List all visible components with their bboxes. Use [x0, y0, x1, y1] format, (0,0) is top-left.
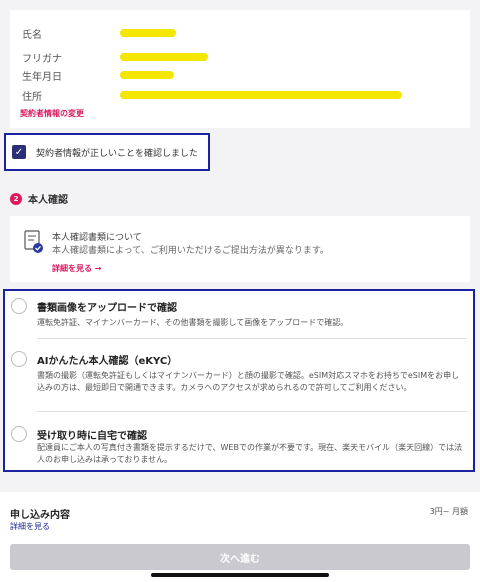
identity-section-heading: 2 本人確認 [10, 191, 68, 206]
verification-options: 書類画像をアップロードで確認 運転免許証、マイナンバーカード、その他書類を撮影し… [3, 289, 475, 472]
order-summary-bar: 申し込み内容 詳細を見る 3円~ 月額 次へ進む [0, 492, 480, 582]
monthly-price: 3円~ 月額 [429, 507, 468, 516]
option-title: 受け取り時に自宅で確認 [37, 431, 147, 442]
info-row-name: 氏名 [22, 26, 176, 41]
option-description: 書類の撮影（運転免許証もしくはマイナンバーカード）と顔の撮影で確認。eSIM対応… [37, 371, 460, 392]
option-description: 配達員にご本人の写真付き書類を提示するだけで、WEBでの作業が不要です。現在、楽… [37, 443, 463, 464]
identity-docs-subtitle: 本人確認書類によって、ご利用いただけるご提出方法が異なります。 [52, 246, 329, 256]
option-title: AIかんたん本人確認（eKYC） [37, 356, 178, 367]
document-check-icon [24, 230, 43, 253]
radio-ekyc[interactable] [11, 351, 27, 367]
option-description: 運転免許証、マイナンバーカード、その他書類を撮影して画像をアップロードで確認。 [37, 318, 349, 327]
identity-docs-card: 本人確認書類について 本人確認書類によって、ご利用いただけるご提出方法が異なりま… [10, 216, 470, 282]
info-row-birthdate: 生年月日 [22, 68, 174, 83]
contract-info-card: 氏名 フリガナ 生年月日 住所 契約者情報の変更 [10, 10, 470, 128]
option-upload[interactable]: 書類画像をアップロードで確認 運転免許証、マイナンバーカード、その他書類を撮影し… [5, 291, 473, 339]
radio-upload[interactable] [11, 298, 27, 314]
option-title: 書類画像をアップロードで確認 [37, 303, 177, 314]
change-contract-info-link[interactable]: 契約者情報の変更 [20, 108, 84, 119]
option-home-delivery[interactable]: 受け取り時に自宅で確認 配達員にご本人の写真付き書類を提示するだけで、WEBでの… [5, 412, 473, 470]
section-title: 本人確認 [28, 195, 68, 206]
redacted-value [120, 71, 174, 79]
next-button[interactable]: 次へ進む [10, 544, 470, 570]
summary-title: 申し込み内容 [10, 510, 70, 521]
info-row-address: 住所 [22, 88, 402, 103]
redacted-value [120, 91, 402, 99]
identity-detail-link[interactable]: 詳細を見る → [52, 263, 102, 274]
identity-docs-title: 本人確認書類について [52, 233, 142, 243]
info-label-name: 氏名 [22, 29, 42, 41]
check-icon[interactable]: ✓ [12, 145, 26, 159]
summary-detail-link[interactable]: 詳細を見る [10, 521, 50, 532]
info-label-furigana: フリガナ [22, 53, 62, 65]
info-label-birthdate: 生年月日 [22, 71, 62, 83]
info-row-furigana: フリガナ [22, 50, 208, 65]
home-indicator [151, 573, 329, 577]
confirm-label: 契約者情報が正しいことを確認しました [36, 148, 199, 159]
confirm-contract-info[interactable]: ✓ 契約者情報が正しいことを確認しました [4, 133, 210, 171]
option-ekyc[interactable]: AIかんたん本人確認（eKYC） 書類の撮影（運転免許証もしくはマイナンバーカー… [5, 339, 473, 411]
redacted-value [120, 53, 208, 61]
redacted-value [120, 29, 176, 37]
step-badge: 2 [10, 192, 22, 205]
info-label-address: 住所 [22, 91, 42, 103]
radio-home-delivery[interactable] [11, 426, 27, 442]
